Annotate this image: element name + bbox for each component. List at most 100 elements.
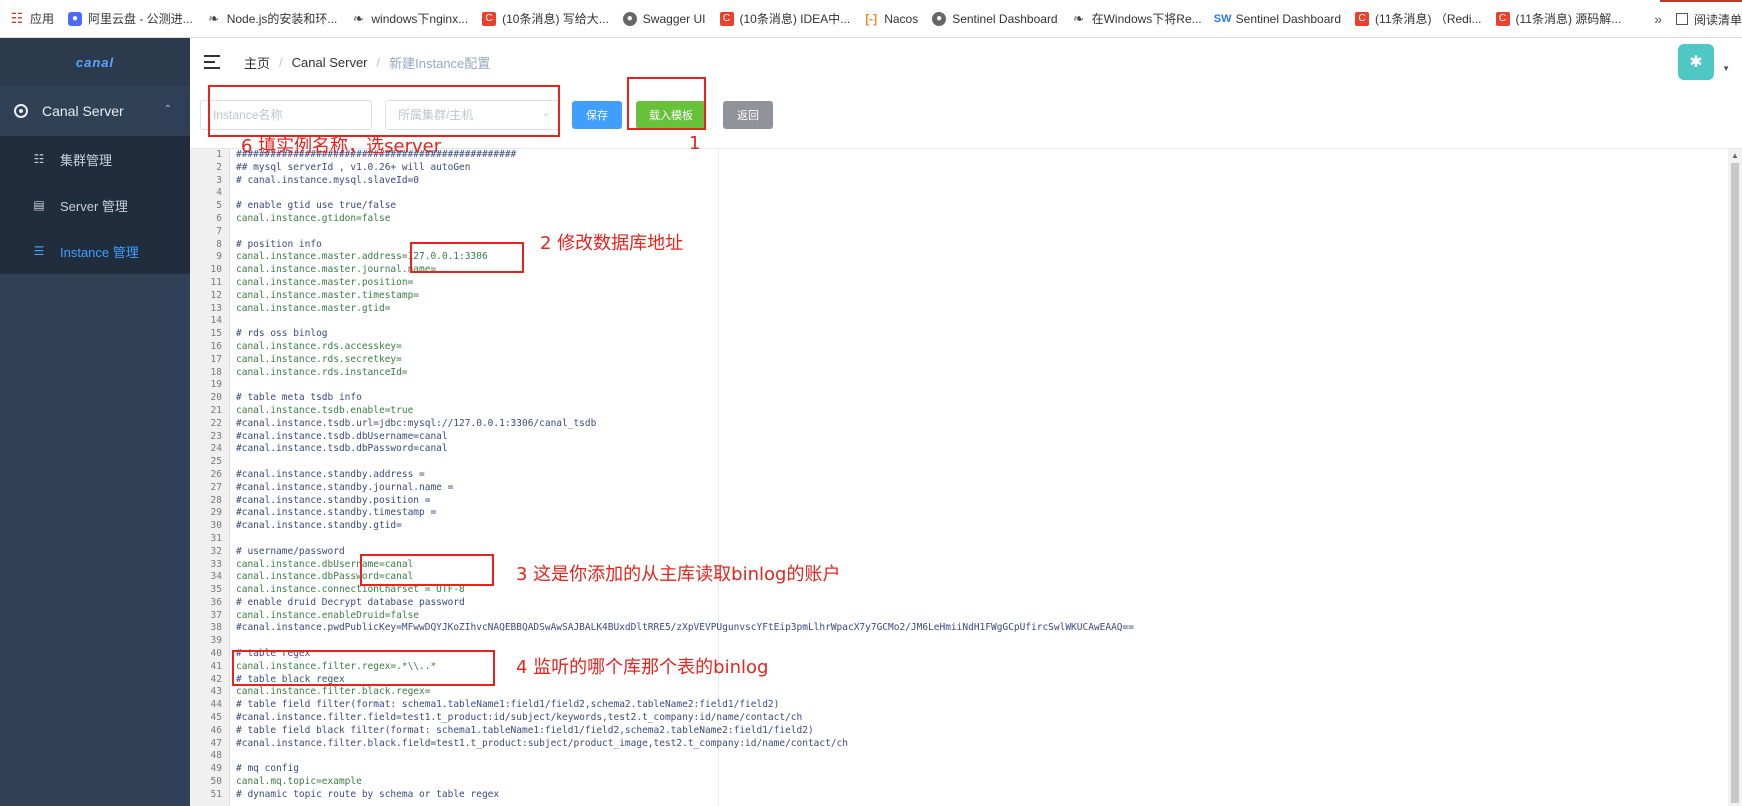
- bookmark-item[interactable]: C (10条消息) 写给大...: [482, 10, 609, 27]
- line-number: 3: [216, 174, 222, 186]
- code-line: canal.instance.master.timestamp=: [236, 289, 420, 301]
- csdn-icon: C: [1495, 11, 1510, 26]
- bookmark-label: 阿里云盘 - 公测进...: [88, 12, 193, 26]
- top-navbar: 主页 / Canal Server / 新建Instance配置 ✱ ▼: [190, 38, 1742, 86]
- line-number: 5: [216, 200, 222, 212]
- line-number: 32: [210, 545, 222, 557]
- bookmark-label: Nacos: [884, 11, 919, 26]
- save-button[interactable]: 保存: [572, 101, 622, 129]
- avatar[interactable]: ✱: [1678, 44, 1714, 80]
- line-number: 36: [210, 596, 222, 608]
- line-number: 34: [210, 571, 222, 583]
- line-number: 25: [210, 456, 222, 468]
- annotation-4: 4 监听的哪个库那个表的binlog: [516, 657, 769, 678]
- app-logo[interactable]: canal: [0, 38, 190, 86]
- bookmark-item[interactable]: ☷ 应用: [10, 10, 54, 27]
- bookmarks-bar: ☷ 应用 ● 阿里云盘 - 公测进... ❧ Node.js的安装和环... ❧ window…: [0, 0, 1742, 38]
- reading-list-button[interactable]: 阅读清单: [1675, 11, 1742, 28]
- code-line: #canal.instance.standby.journal.name =: [236, 481, 454, 493]
- code-line: #canal.instance.tsdb.url=jdbc:mysql://12…: [236, 417, 597, 429]
- line-number: 31: [210, 532, 222, 544]
- breadcrumb-home[interactable]: 主页: [244, 53, 270, 72]
- line-number: 49: [210, 763, 222, 775]
- breadcrumb-current: 新建Instance配置: [389, 55, 491, 71]
- bookmark-item[interactable]: ● Sentinel Dashboard: [932, 11, 1058, 26]
- code-line: ########################################…: [236, 149, 517, 160]
- scroll-up-icon[interactable]: ▲: [1731, 151, 1739, 160]
- sidebar-item-cluster[interactable]: ☷ 集群管理: [0, 136, 190, 182]
- line-number: 39: [210, 635, 222, 647]
- line-number: 50: [210, 776, 222, 788]
- line-number: 23: [210, 430, 222, 442]
- line-number: 19: [210, 379, 222, 391]
- bookmark-item[interactable]: ● Swagger UI: [622, 11, 706, 26]
- line-number: 10: [210, 264, 222, 276]
- line-number: 21: [210, 404, 222, 416]
- line-number: 43: [210, 686, 222, 698]
- caret-down-icon[interactable]: ▼: [1722, 64, 1730, 73]
- bookmark-item[interactable]: C (10条消息) IDEA中...: [719, 10, 851, 27]
- code-line: # table field black filter(format: schem…: [236, 724, 814, 736]
- line-number: 13: [210, 302, 222, 314]
- annotation-2: 2 修改数据库地址: [540, 233, 684, 254]
- breadcrumb-section[interactable]: Canal Server: [292, 55, 368, 70]
- line-number: 35: [210, 584, 222, 596]
- bookmark-label: Sentinel Dashboard: [952, 11, 1058, 26]
- annotation-box-3: [360, 554, 494, 586]
- line-number: 29: [210, 507, 222, 519]
- bookmark-item[interactable]: SW Sentinel Dashboard: [1214, 11, 1342, 26]
- sidebar: canal Canal Server ⌃ ☷ 集群管理 ▤ Server 管理 …: [0, 38, 190, 806]
- back-button[interactable]: 返回: [723, 101, 773, 129]
- line-number-gutter: 1 2 3 4 5 6 7 8 9 10 11 12 13 14 15 16 17 18 19 20 21 22 23 24 2…: [190, 149, 230, 806]
- sidebar-item-server[interactable]: ▤ Server 管理: [0, 182, 190, 228]
- code-line: # dynamic topic route by schema or table…: [236, 788, 500, 800]
- line-number: 1: [216, 149, 222, 160]
- bookmark-item[interactable]: ❧ Node.js的安装和环...: [207, 10, 338, 27]
- scrollbar-thumb[interactable]: [1731, 163, 1739, 803]
- bookmark-label: Node.js的安装和环...: [226, 12, 338, 26]
- line-number: 33: [210, 558, 222, 570]
- code-line: canal.instance.tsdb.enable=true: [236, 404, 414, 416]
- bookmark-label: (10条消息) 写给大...: [502, 12, 609, 26]
- bookmark-item[interactable]: ❧ windows下nginx...: [351, 10, 468, 27]
- code-line: #canal.instance.standby.position =: [236, 494, 431, 506]
- hamburger-icon[interactable]: [204, 55, 220, 69]
- line-number: 28: [210, 494, 222, 506]
- line-number: 45: [210, 712, 222, 724]
- code-line: #canal.instance.tsdb.dbPassword=canal: [236, 443, 448, 455]
- csdn-icon: C: [482, 11, 497, 26]
- bookmark-item[interactable]: C (11条消息) 源码解...: [1495, 10, 1622, 27]
- bookmark-label: Sentinel Dashboard: [1235, 11, 1342, 26]
- bookmark-item[interactable]: C (11条消息) （Redi...: [1355, 10, 1482, 27]
- sidebar-group-label: Canal Server: [42, 103, 124, 119]
- line-number: 16: [210, 340, 222, 352]
- bookmark-item[interactable]: [-] Nacos: [864, 12, 918, 26]
- code-line: #canal.instance.standby.gtid=: [236, 520, 402, 532]
- code-line: #canal.instance.tsdb.dbUsername=canal: [236, 430, 448, 442]
- code-line: canal.instance.enableDruid=false: [236, 609, 420, 621]
- line-number: 41: [210, 660, 222, 672]
- code-line: canal.instance.rds.accesskey=: [236, 340, 402, 352]
- sidebar-group-canal-server[interactable]: Canal Server ⌃: [0, 86, 190, 136]
- code-line: #canal.instance.filter.field=test1.t_pro…: [236, 712, 803, 724]
- bookmark-item[interactable]: ❧ 在Windows下将Re...: [1072, 10, 1202, 27]
- line-number: 12: [210, 289, 222, 301]
- bookmark-item[interactable]: ● 阿里云盘 - 公测进...: [68, 10, 193, 27]
- line-number: 15: [210, 328, 222, 340]
- sidebar-submenu: ☷ 集群管理 ▤ Server 管理 ☰ Instance 管理: [0, 136, 190, 274]
- line-number: 38: [210, 622, 222, 634]
- bookmark-label: (11条消息) 源码解...: [1515, 12, 1622, 26]
- code-line: # rds oss binlog: [236, 328, 328, 340]
- code-line: canal.instance.rds.instanceId=: [236, 366, 408, 378]
- more-bookmarks-button[interactable]: »: [1654, 11, 1662, 27]
- sidebar-item-instance[interactable]: ☰ Instance 管理: [0, 228, 190, 274]
- bookmark-label: 在Windows下将Re...: [1091, 12, 1202, 26]
- editor-scrollbar[interactable]: ▲: [1728, 149, 1742, 806]
- code-line: canal.instance.master.gtid=: [236, 302, 391, 314]
- bookmark-label: (10条消息) IDEA中...: [739, 12, 851, 26]
- annotation-box-1: [627, 77, 706, 130]
- reading-list-icon: [1675, 13, 1688, 25]
